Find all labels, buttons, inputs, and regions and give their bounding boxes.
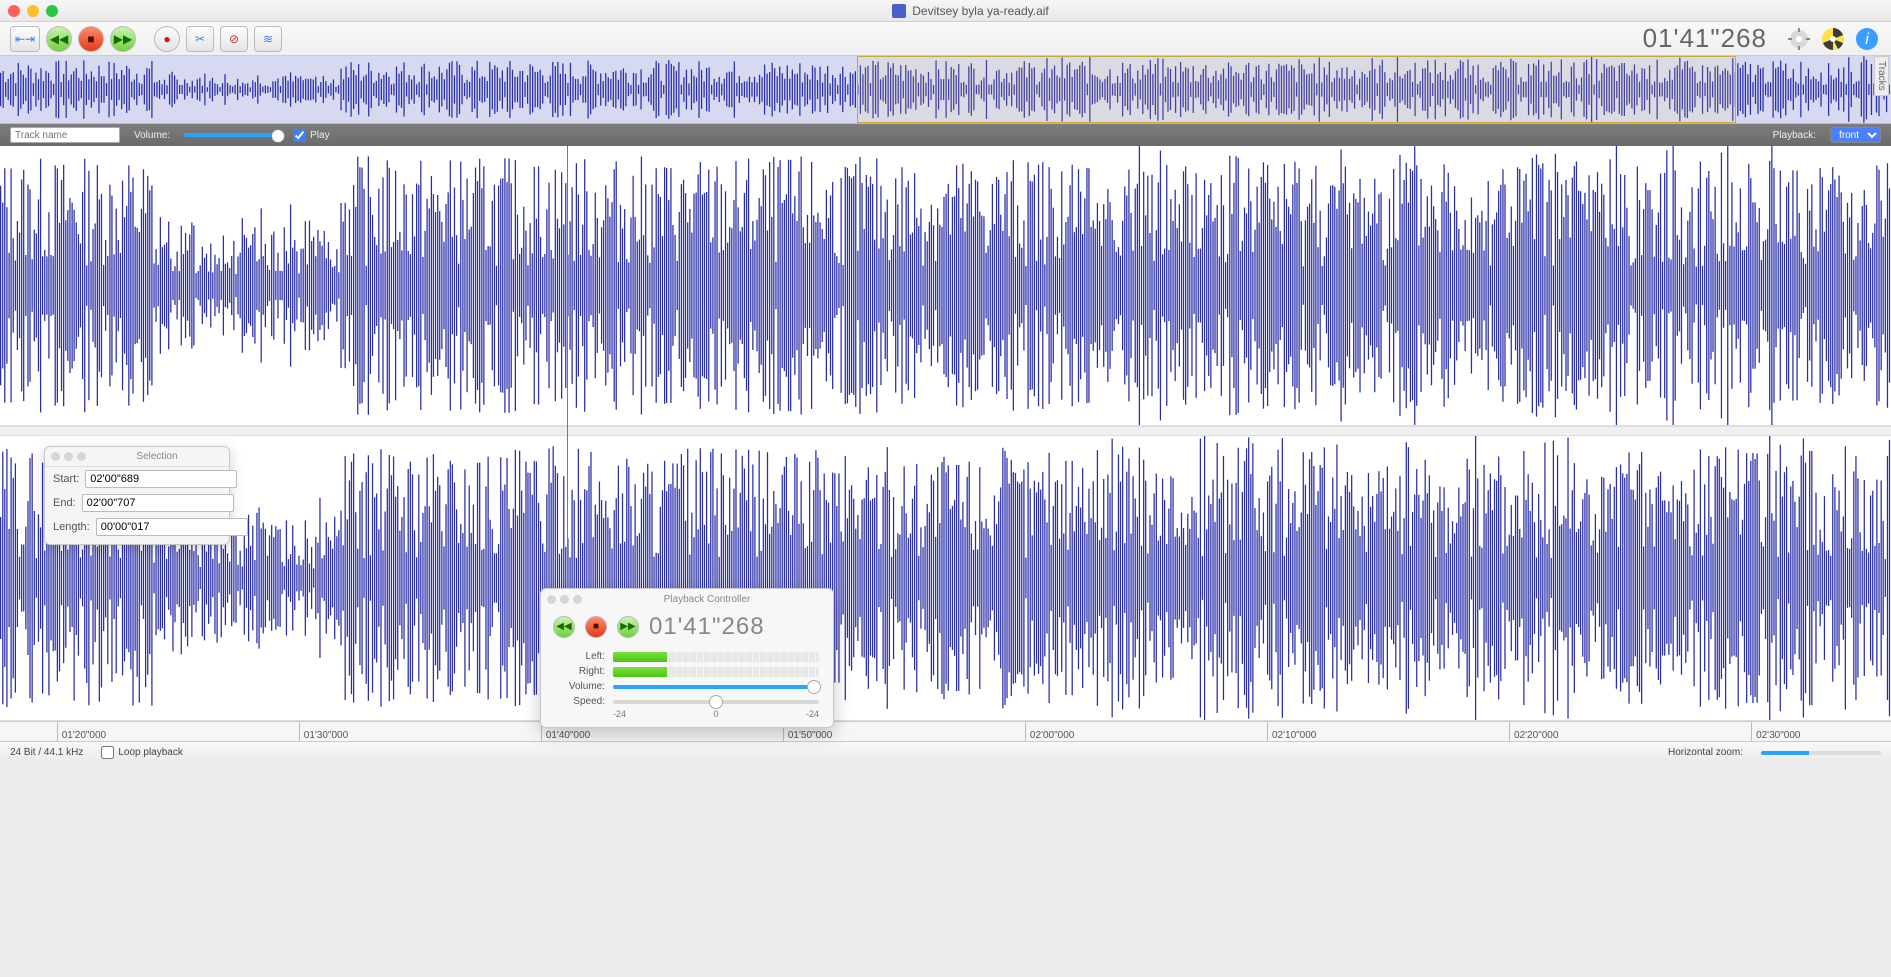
record-button[interactable]: ●	[154, 26, 180, 52]
zoom-window-button[interactable]	[46, 5, 58, 17]
info-button[interactable]: i	[1853, 25, 1881, 53]
pc-header[interactable]: Playback Controller	[541, 589, 833, 609]
status-bar: 24 Bit / 44.1 kHz Loop playback Horizont…	[0, 741, 1891, 763]
play-checkbox-wrap[interactable]: Play	[293, 129, 329, 142]
pc-left-label: Left:	[555, 651, 605, 662]
play-checkbox[interactable]	[293, 129, 306, 142]
overview-selection[interactable]	[857, 56, 1736, 123]
sel-start-input[interactable]	[85, 470, 237, 488]
channel-right[interactable]	[0, 436, 1891, 721]
horizontal-zoom-label: Horizontal zoom:	[1668, 747, 1743, 758]
main-toolbar: ⇤⇥ ◀◀ ■ ▶▶ ● ✂ ⊘ ≋ 01'41"268 i	[0, 22, 1891, 56]
pc-stop-button[interactable]: ■	[585, 616, 607, 638]
forward-button[interactable]: ▶▶	[110, 26, 136, 52]
selection-panel-traffic	[51, 452, 86, 461]
pc-volume-slider[interactable]	[613, 685, 819, 689]
channel-left[interactable]	[0, 146, 1891, 426]
pc-title: Playback Controller	[587, 594, 827, 605]
pc-time-display: 01'41"268	[649, 613, 765, 641]
playback-mode-select[interactable]: front	[1830, 127, 1881, 143]
pc-traffic	[547, 595, 582, 604]
selection-panel[interactable]: Selection Start: End: Length:	[44, 446, 230, 545]
tool-disable-button[interactable]: ⊘	[220, 26, 248, 52]
close-window-button[interactable]	[8, 5, 20, 17]
ruler-tick: 02'00"000	[1025, 722, 1074, 741]
pc-speed-slider[interactable]	[613, 700, 819, 704]
pc-rewind-button[interactable]: ◀◀	[553, 616, 575, 638]
loop-playback-label: Loop playback	[118, 747, 183, 758]
minimize-window-button[interactable]	[27, 5, 39, 17]
tracks-tab[interactable]: Tracks	[1874, 56, 1889, 96]
stop-button[interactable]: ■	[78, 26, 104, 52]
settings-button[interactable]	[1785, 25, 1813, 53]
playback-mode-label: Playback:	[1773, 130, 1816, 141]
waveform-area[interactable]: Selection Start: End: Length: Playback C…	[0, 146, 1891, 721]
sel-length-input[interactable]	[96, 518, 248, 536]
document-icon	[892, 4, 906, 18]
track-volume-slider[interactable]	[184, 133, 279, 137]
tool-waveform-button[interactable]: ≋	[254, 26, 282, 52]
ruler-tick: 02'20"000	[1509, 722, 1558, 741]
window-title: Devitsey byla ya-ready.aif	[912, 4, 1049, 18]
volume-label: Volume:	[134, 130, 170, 141]
rewind-button[interactable]: ◀◀	[46, 26, 72, 52]
pc-forward-button[interactable]: ▶▶	[617, 616, 639, 638]
burn-button[interactable]	[1819, 25, 1847, 53]
loop-playback-wrap[interactable]: Loop playback	[101, 746, 183, 759]
fit-window-button[interactable]: ⇤⇥	[10, 26, 40, 52]
play-checkbox-label: Play	[310, 130, 329, 141]
ruler-tick: 02'10"000	[1267, 722, 1316, 741]
ruler-tick: 01'20"000	[57, 722, 106, 741]
selection-panel-title: Selection	[91, 451, 223, 462]
sel-start-label: Start:	[53, 473, 79, 485]
loop-playback-checkbox[interactable]	[101, 746, 114, 759]
traffic-lights	[8, 5, 58, 17]
pc-right-meter	[613, 667, 819, 677]
channel-gap	[0, 426, 1891, 436]
audio-format-label: 24 Bit / 44.1 kHz	[10, 747, 83, 758]
sel-length-label: Length:	[53, 521, 90, 533]
sel-end-label: End:	[53, 497, 76, 509]
window-titlebar: Devitsey byla ya-ready.aif	[0, 0, 1891, 22]
time-ruler[interactable]: 01'20"00001'30"00001'40"00001'50"00002'0…	[0, 721, 1891, 741]
sel-end-input[interactable]	[82, 494, 234, 512]
pc-volume-label: Volume:	[555, 681, 605, 692]
ruler-tick: 02'30"000	[1751, 722, 1800, 741]
track-bar: Volume: Play Playback: front	[0, 124, 1891, 146]
pc-right-label: Right:	[555, 666, 605, 677]
pc-speed-scale: -240-24	[541, 709, 833, 719]
pc-speed-label: Speed:	[555, 696, 605, 707]
svg-text:i: i	[1865, 31, 1869, 48]
selection-panel-header[interactable]: Selection	[45, 447, 229, 467]
horizontal-zoom-slider[interactable]	[1761, 751, 1881, 755]
pc-left-meter	[613, 652, 819, 662]
tool-cut-button[interactable]: ✂	[186, 26, 214, 52]
ruler-tick: 01'30"000	[299, 722, 348, 741]
playback-controller-panel[interactable]: Playback Controller ◀◀ ■ ▶▶ 01'41"268 Le…	[540, 588, 834, 728]
track-name-input[interactable]	[10, 127, 120, 143]
overview-waveform[interactable]	[0, 56, 1891, 124]
time-display: 01'41"268	[1643, 23, 1767, 54]
